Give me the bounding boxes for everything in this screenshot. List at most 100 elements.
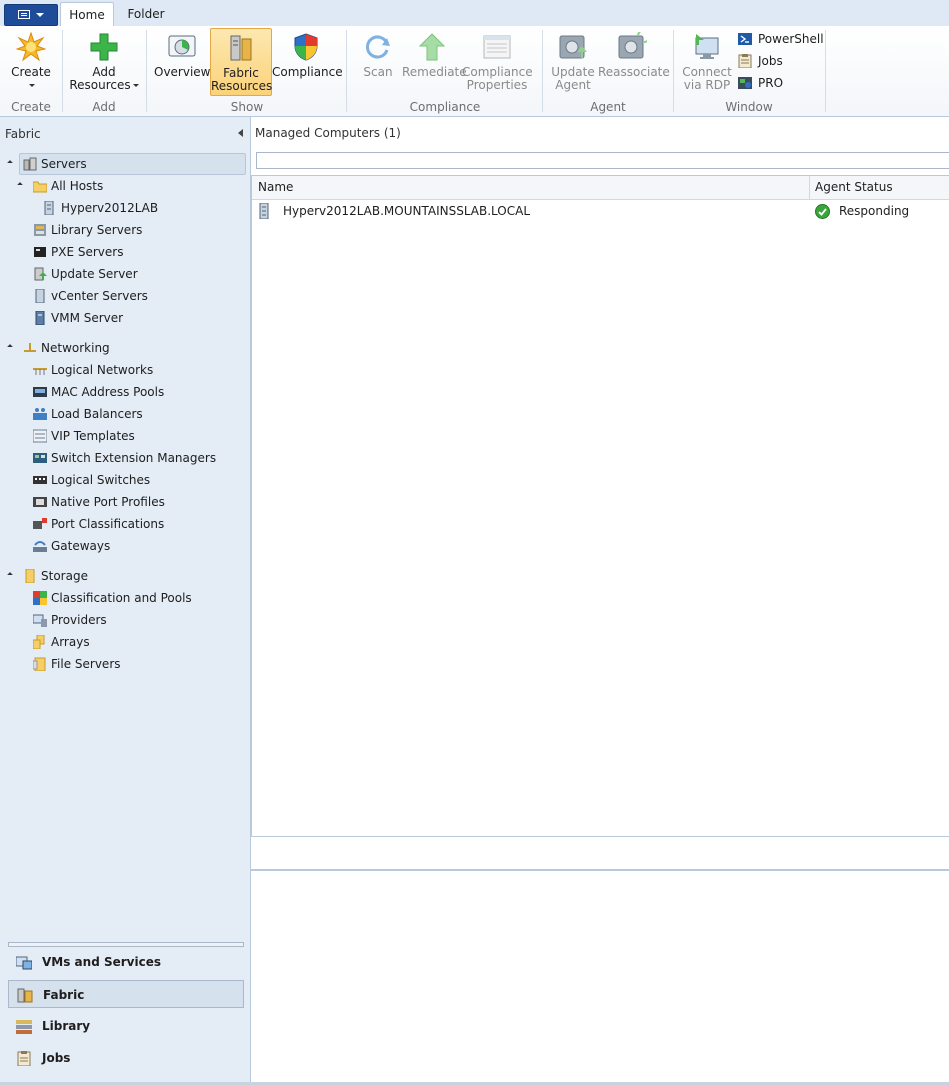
powershell-icon [738, 33, 752, 45]
workspace-label: Library [42, 1019, 91, 1033]
ribbon-tab-strip: Home Folder [0, 0, 949, 27]
workspace-library[interactable]: Library [8, 1012, 244, 1040]
networking-icon [24, 343, 36, 352]
add-resources-button[interactable]: Add Resources [68, 28, 140, 94]
group-label-create: Create [11, 100, 51, 114]
update-server-icon [34, 267, 47, 281]
tree-label: Providers [51, 613, 107, 627]
pro-button[interactable]: PRO [738, 73, 783, 93]
tree-label: Native Port Profiles [51, 495, 165, 509]
port-profile-icon [33, 497, 47, 507]
scan-refresh-icon [365, 35, 390, 59]
switch-extension-icon [33, 453, 47, 463]
update-agent-button[interactable]: Update Agent [548, 28, 598, 94]
expander-icon[interactable] [7, 160, 13, 166]
expander-icon[interactable] [17, 182, 23, 188]
vip-template-icon [33, 429, 47, 443]
connect-rdp-label-line1: Connect [682, 65, 732, 79]
group-label-show: Show [230, 100, 264, 114]
tab-home[interactable]: Home [60, 2, 114, 27]
overview-label: Overview [154, 65, 211, 79]
starburst-icon [16, 32, 46, 62]
agent-reassociate-icon [618, 32, 647, 59]
connect-rdp-label-line2: via RDP [683, 78, 731, 92]
up-arrow-icon [418, 33, 446, 61]
tree-label: All Hosts [51, 179, 104, 193]
computer-name-cell: Hyperv2012LAB.MOUNTAINSSLAB.LOCAL [283, 204, 531, 218]
host-server-icon [259, 203, 269, 219]
compliance-properties-label-line1: Compliance [462, 65, 533, 79]
tree-label: Storage [41, 569, 88, 583]
shield-icon [294, 33, 318, 61]
create-label: Create [11, 65, 51, 79]
jobs-window-button[interactable]: Jobs [738, 51, 783, 71]
scan-label: Scan [363, 65, 393, 79]
jobs-clipboard-icon [17, 1051, 31, 1066]
file-server-icon [33, 657, 46, 671]
fabric-servers-icon [230, 35, 252, 61]
search-input[interactable] [256, 152, 949, 169]
ribbon: Create Create Add Resources Add Overview… [0, 26, 949, 117]
details-pane-splitter[interactable] [251, 838, 949, 871]
fabric-resources-label-line2: Resources [211, 79, 273, 93]
tree-label: Gateways [51, 539, 111, 553]
pro-label: PRO [758, 76, 784, 90]
workspace-vms-and-services[interactable]: VMs and Services [8, 948, 244, 976]
vcenter-icon [35, 289, 45, 303]
tree-label: Load Balancers [51, 407, 143, 421]
scan-button[interactable]: Scan [356, 28, 400, 94]
tree-label: Port Classifications [51, 517, 165, 531]
dropdown-arrow-icon [132, 84, 139, 87]
fabric-resources-button[interactable]: Fabric Resources [210, 28, 272, 96]
workspace-fabric[interactable]: Fabric [8, 980, 244, 1008]
application-menu-button[interactable] [4, 4, 58, 26]
remediate-label: Remediate [402, 65, 467, 79]
tree-label: Update Server [51, 267, 138, 281]
overview-button[interactable]: Overview [154, 28, 211, 94]
powershell-button[interactable]: PowerShell [738, 29, 824, 49]
overview-chart-icon [168, 35, 196, 57]
group-label-window: Window [725, 100, 773, 114]
powershell-label: PowerShell [758, 32, 824, 46]
group-label-compliance: Compliance [409, 100, 481, 114]
column-header-agent-status[interactable]: Agent Status [815, 176, 893, 199]
storage-icon [25, 569, 35, 583]
remediate-button[interactable]: Remediate [402, 28, 467, 94]
connect-via-rdp-button[interactable]: Connect via RDP [680, 28, 734, 94]
tree-label: vCenter Servers [51, 289, 148, 303]
workspace-label: Jobs [42, 1051, 71, 1065]
vmm-server-icon [35, 311, 45, 325]
agent-status-cell: Responding [839, 204, 910, 218]
storage-provider-icon [33, 614, 47, 627]
dropdown-arrow-icon [29, 84, 35, 87]
library-server-icon [34, 224, 46, 236]
port-classification-icon [33, 518, 47, 529]
compliance-properties-button[interactable]: Compliance Properties [462, 28, 533, 94]
tab-folder[interactable]: Folder [120, 2, 172, 26]
column-divider[interactable] [809, 176, 810, 199]
tree-label: PXE Servers [51, 245, 124, 259]
workspace-label: VMs and Services [42, 955, 161, 969]
storage-array-icon [33, 635, 45, 649]
logical-network-icon [33, 368, 47, 375]
column-header-name[interactable]: Name [258, 176, 293, 199]
group-divider [825, 30, 826, 112]
tree-label: Servers [41, 157, 87, 171]
tree-label: Classification and Pools [51, 591, 192, 605]
splitter-handle[interactable] [8, 942, 244, 947]
tree-label: Networking [41, 341, 110, 355]
expander-icon[interactable] [7, 572, 13, 578]
clipboard-icon [738, 54, 752, 68]
compliance-view-button[interactable]: Compliance [272, 28, 343, 94]
tree-label: File Servers [51, 657, 121, 671]
tree-label: Arrays [51, 635, 90, 649]
pxe-server-icon [34, 247, 46, 257]
servers-icon [23, 157, 37, 171]
expander-icon[interactable] [7, 344, 13, 350]
collapse-pane-icon[interactable] [238, 129, 243, 137]
group-label-agent: Agent [590, 100, 626, 114]
table-row[interactable]: Hyperv2012LAB.MOUNTAINSSLAB.LOCAL Respon… [252, 200, 949, 222]
reassociate-button[interactable]: Reassociate [598, 28, 670, 94]
create-button[interactable]: Create [8, 28, 54, 94]
workspace-jobs[interactable]: Jobs [8, 1044, 244, 1072]
